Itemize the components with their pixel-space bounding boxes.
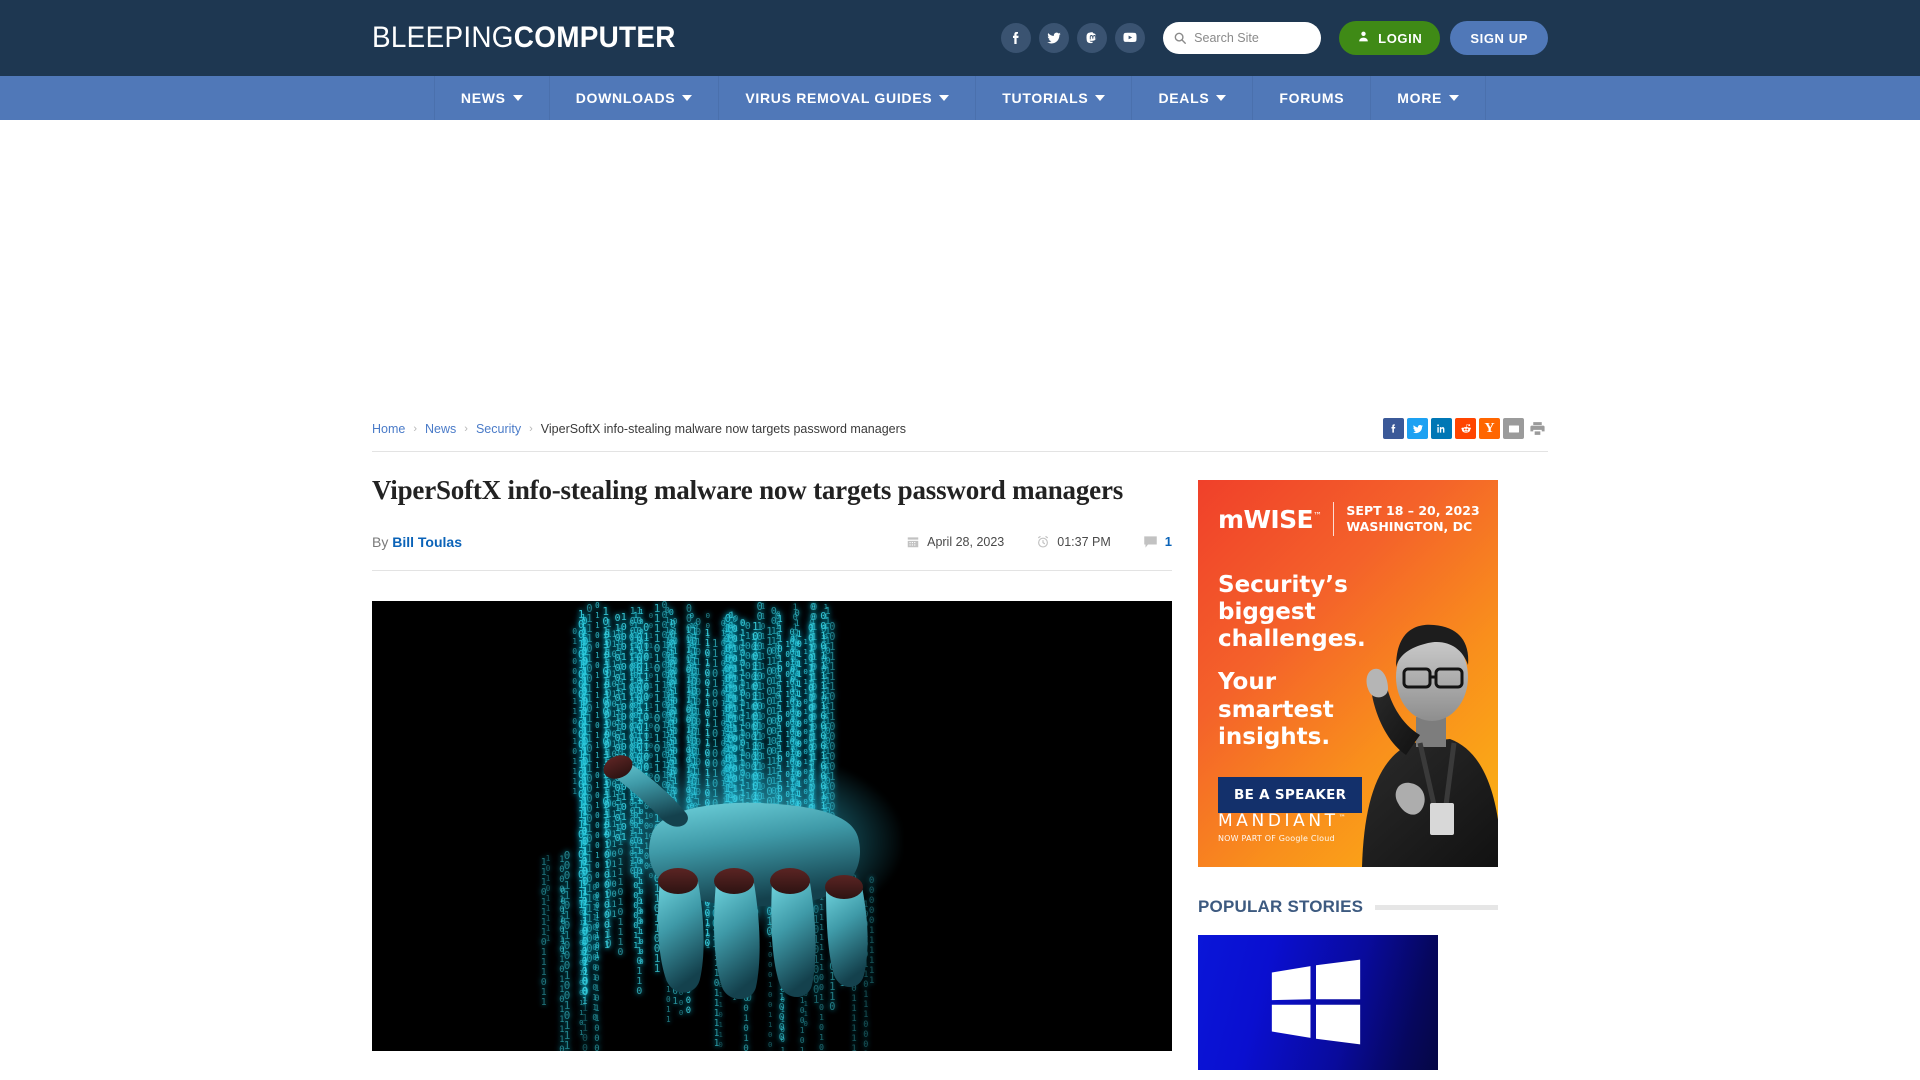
sidebar: mWISE™ SEPT 18 – 20, 2023 WASHINGTON, DC… <box>1198 474 1498 1070</box>
nav-item-label: NEWS <box>460 90 506 106</box>
hand-illustration <box>603 754 868 999</box>
article-column: ViperSoftX info-stealing malware now tar… <box>372 474 1172 1070</box>
chevron-down-icon <box>1216 95 1227 101</box>
login-button[interactable]: LOGIN <box>1339 21 1441 55</box>
ad-divider <box>1333 502 1335 536</box>
search-icon <box>1173 31 1187 45</box>
nav-item-label: VIRUS REMOVAL GUIDES <box>745 90 933 106</box>
popular-stories-heading: POPULAR STORIES <box>1198 897 1498 925</box>
youtube-icon[interactable] <box>1115 23 1146 53</box>
windows-logo-icon <box>1271 959 1361 1045</box>
chevron-down-icon <box>1095 95 1106 101</box>
main-navigation: NEWS DOWNLOADS VIRUS REMOVAL GUIDES TUTO… <box>0 76 1920 120</box>
comment-bubble-icon <box>1143 535 1158 549</box>
nav-item-label: DEALS <box>1158 90 1210 106</box>
ad-dates: SEPT 18 – 20, 2023 <box>1346 502 1480 518</box>
share-facebook-icon[interactable] <box>1383 418 1404 439</box>
logo-bold-text: COMPUTER <box>513 21 676 54</box>
print-icon[interactable] <box>1527 418 1548 439</box>
nav-item-label: MORE <box>1397 90 1443 106</box>
mwise-logo-text: mWISE <box>1218 504 1314 534</box>
search-input[interactable] <box>1194 31 1312 45</box>
nav-item-label: DOWNLOADS <box>575 90 676 106</box>
nav-item-forums[interactable]: FORUMS <box>1252 76 1370 120</box>
page-title: ViperSoftX info-stealing malware now tar… <box>372 475 1124 505</box>
share-linkedin-icon[interactable] <box>1431 418 1452 439</box>
speaker-photo <box>1362 624 1498 867</box>
nav-item-label: FORUMS <box>1279 90 1345 106</box>
share-twitter-icon[interactable] <box>1407 418 1428 439</box>
nav-item-virus-removal-guides[interactable]: VIRUS REMOVAL GUIDES <box>718 76 975 120</box>
header-social-links <box>1001 23 1146 53</box>
user-icon <box>1357 30 1370 46</box>
nav-item-news[interactable]: NEWS <box>433 76 549 120</box>
nav-item-label: TUTORIALS <box>1002 90 1089 106</box>
twitter-icon[interactable] <box>1039 23 1070 53</box>
share-reddit-icon[interactable] <box>1455 418 1476 439</box>
publish-time-text: 01:37 PM <box>1057 534 1111 549</box>
breadcrumb-item-news[interactable]: News <box>425 422 456 436</box>
signup-button-label: SIGN UP <box>1470 30 1528 46</box>
ad-location: WASHINGTON, DC <box>1346 519 1473 534</box>
hackernews-letter: Y <box>1484 420 1495 436</box>
popular-stories-label: POPULAR STORIES <box>1198 897 1364 916</box>
publish-time: 01:37 PM <box>1020 535 1127 549</box>
share-hackernews-icon[interactable]: Y <box>1479 418 1500 439</box>
breadcrumb-separator-icon: › <box>464 422 468 435</box>
popular-story-thumbnail[interactable] <box>1198 935 1438 1070</box>
breadcrumb: Home › News › Security › ViperSoftX info… <box>372 422 906 436</box>
mandiant-subtext: NOW PART OF Google Cloud <box>1218 834 1335 843</box>
heading-rule <box>1375 904 1498 910</box>
publish-date-text: April 28, 2023 <box>927 534 1005 549</box>
mastodon-icon[interactable] <box>1077 23 1108 53</box>
share-buttons: Y <box>1383 418 1548 439</box>
nav-item-tutorials[interactable]: TUTORIALS <box>975 76 1131 120</box>
author-link[interactable]: Bill Toulas <box>392 534 462 550</box>
search-box[interactable] <box>1163 22 1322 54</box>
comments-link[interactable]: 1 <box>1127 534 1172 549</box>
comment-count: 1 <box>1164 534 1172 550</box>
nav-item-more[interactable]: MORE <box>1370 76 1487 120</box>
chevron-down-icon <box>1449 95 1460 101</box>
chevron-down-icon <box>682 95 693 101</box>
mandiant-name: MANDIANT <box>1218 811 1339 831</box>
byline: By Bill Toulas <box>372 534 462 550</box>
mwise-logo-tm: ™ <box>1313 511 1322 522</box>
logo-light-text: BLEEPING <box>372 21 514 54</box>
nav-item-downloads[interactable]: DOWNLOADS <box>548 76 719 120</box>
site-header: BLEEPINGCOMPUTER Search Site LOGIN SIGN … <box>0 0 1920 76</box>
article-hero-image: 1 0 1 1 1 1 0 1 1 0 0 1 1 0 1 1 1 1 1 0 … <box>372 600 1172 1051</box>
mandiant-tm: ™ <box>1338 813 1346 822</box>
breadcrumb-item-current: ViperSoftX info-stealing malware now tar… <box>540 421 907 436</box>
be-a-speaker-button[interactable]: BE A SPEAKER <box>1218 776 1363 813</box>
login-button-label: LOGIN <box>1378 30 1423 46</box>
leaderboard-ad-slot <box>0 120 1920 404</box>
site-logo[interactable]: BLEEPINGCOMPUTER <box>372 21 676 55</box>
breadcrumb-item-security[interactable]: Security <box>476 422 521 436</box>
breadcrumb-separator-icon: › <box>413 422 418 435</box>
mandiant-logo: MANDIANT™ NOW PART OF Google Cloud <box>1218 811 1346 843</box>
byline-by-label: By <box>372 533 389 550</box>
breadcrumb-item-home[interactable]: Home <box>372 422 405 436</box>
article-meta: April 28, 2023 01:37 PM 1 <box>890 534 1172 549</box>
chevron-down-icon <box>512 95 523 101</box>
nav-item-deals[interactable]: DEALS <box>1131 76 1252 120</box>
breadcrumb-separator-icon: › <box>529 422 533 435</box>
share-email-icon[interactable] <box>1503 418 1524 439</box>
calendar-icon <box>906 535 920 549</box>
alarm-clock-icon <box>1036 535 1050 549</box>
sidebar-ad-mwise[interactable]: mWISE™ SEPT 18 – 20, 2023 WASHINGTON, DC… <box>1198 480 1498 867</box>
mwise-logo: mWISE™ <box>1218 504 1322 534</box>
chevron-down-icon <box>939 95 950 101</box>
publish-date: April 28, 2023 <box>890 535 1020 549</box>
facebook-icon[interactable] <box>1001 23 1032 53</box>
signup-button[interactable]: SIGN UP <box>1450 21 1548 55</box>
